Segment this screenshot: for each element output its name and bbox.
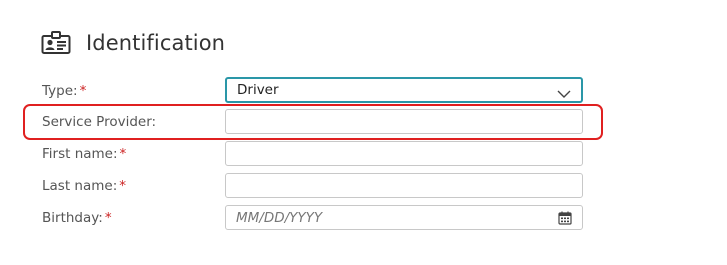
birthday-label: Birthday: * xyxy=(42,210,112,226)
chevron-down-icon[interactable] xyxy=(557,86,571,98)
section-header: Identification xyxy=(41,28,225,58)
first-name-row: First name: * xyxy=(0,141,727,169)
type-select[interactable]: Driver xyxy=(225,77,583,103)
first-name-input[interactable] xyxy=(225,141,583,166)
type-row: Type: * Driver xyxy=(0,77,727,106)
required-mark: * xyxy=(119,178,126,194)
first-name-label: First name: * xyxy=(42,146,127,162)
required-mark: * xyxy=(104,210,112,226)
required-mark: * xyxy=(119,146,127,162)
type-label: Type: * xyxy=(42,83,87,99)
last-name-input[interactable] xyxy=(225,173,583,198)
id-card-icon xyxy=(41,31,71,55)
required-mark: * xyxy=(79,83,87,99)
last-name-label: Last name: * xyxy=(42,178,126,194)
birthday-row: Birthday: * MM/DD/YYYY xyxy=(0,205,727,233)
birthday-placeholder: MM/DD/YYYY xyxy=(236,209,323,226)
highlight-box xyxy=(23,104,603,140)
section-title: Identification xyxy=(86,31,226,55)
birthday-input[interactable]: MM/DD/YYYY xyxy=(225,205,583,230)
type-select-value: Driver xyxy=(237,82,279,98)
calendar-icon[interactable] xyxy=(558,211,572,225)
last-name-row: Last name: * xyxy=(0,173,727,201)
